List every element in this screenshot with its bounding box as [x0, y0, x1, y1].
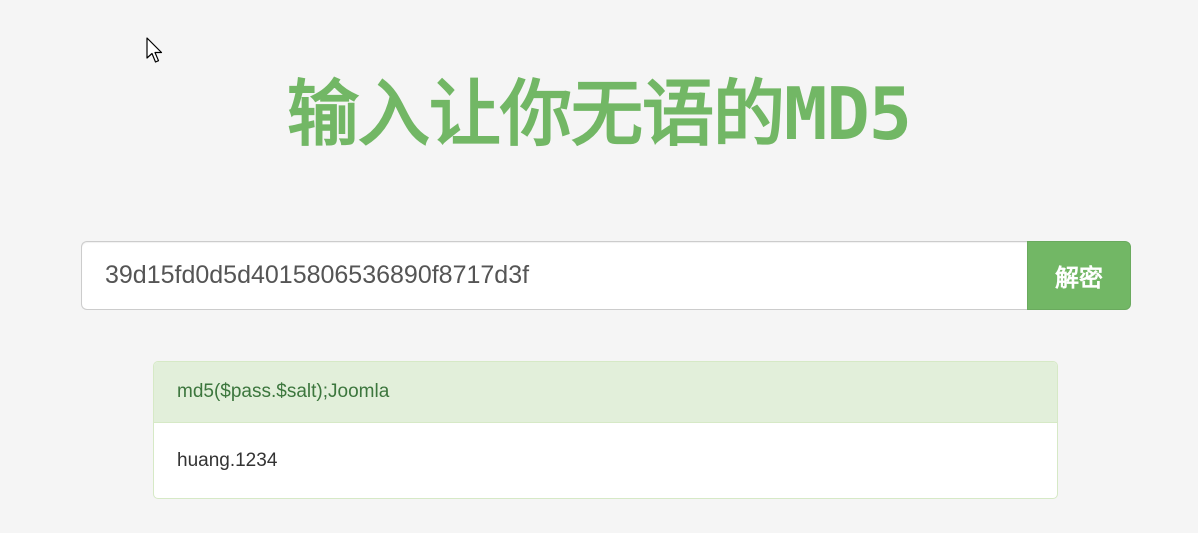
decrypt-form: 解密	[81, 241, 1131, 310]
result-panel: md5($pass.$salt);Joomla huang.1234	[153, 361, 1058, 499]
page-title: 输入让你无语的MD5	[286, 72, 912, 156]
md5-input[interactable]	[81, 241, 1027, 310]
decrypt-button[interactable]: 解密	[1027, 241, 1131, 310]
result-plaintext: huang.1234	[177, 449, 278, 471]
mouse-pointer-icon	[146, 37, 163, 63]
result-hash-type: md5($pass.$salt);Joomla	[154, 362, 1057, 423]
